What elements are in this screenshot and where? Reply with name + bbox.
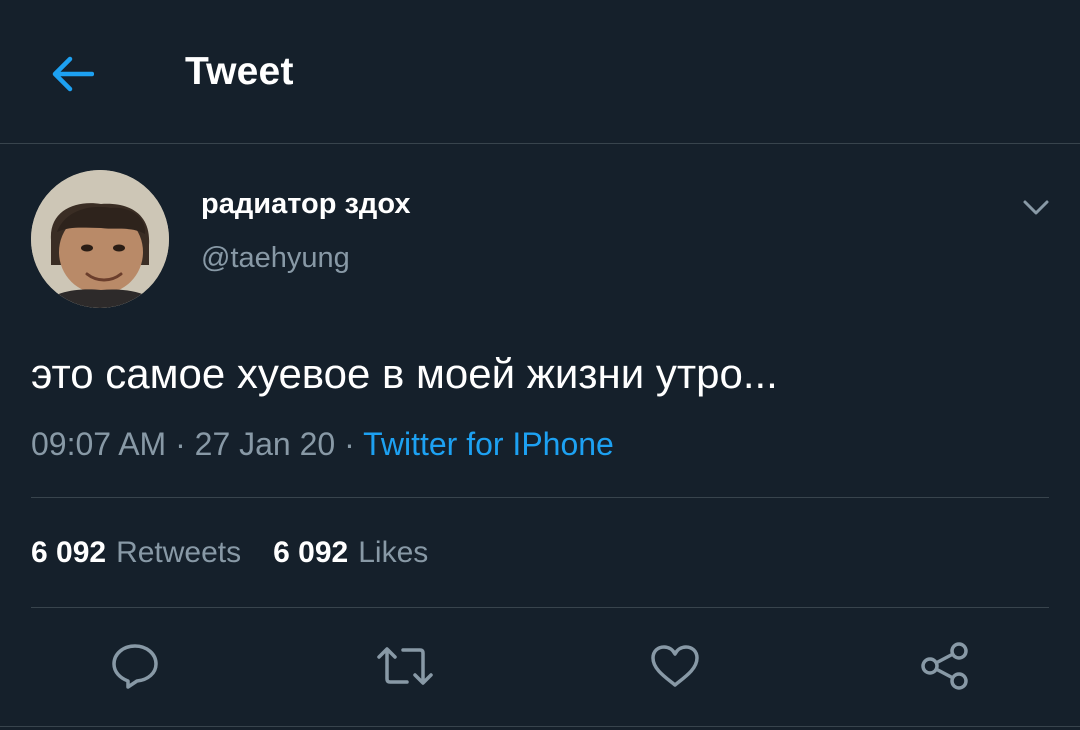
reply-button[interactable] bbox=[105, 636, 165, 696]
like-button[interactable] bbox=[645, 636, 705, 696]
retweets-count: 6 092 bbox=[31, 536, 107, 569]
meta-separator: · bbox=[335, 426, 364, 462]
reply-icon bbox=[112, 644, 158, 689]
divider bbox=[31, 607, 1049, 608]
divider bbox=[0, 726, 1080, 727]
avatar[interactable] bbox=[31, 170, 169, 308]
tweet-source-link[interactable]: Twitter for IPhone bbox=[363, 426, 614, 462]
share-button[interactable] bbox=[915, 636, 975, 696]
tweet-text: это самое хуевое в моей жизни утро... bbox=[31, 350, 778, 397]
avatar-photo bbox=[31, 170, 169, 308]
retweets-label: Retweets bbox=[116, 536, 242, 569]
likes-count: 6 092 bbox=[273, 536, 349, 569]
share-icon bbox=[921, 642, 968, 690]
divider bbox=[31, 497, 1049, 498]
more-options-button[interactable] bbox=[1012, 188, 1060, 228]
page-title: Tweet bbox=[185, 50, 294, 93]
tweet-meta: 09:07 AM · 27 Jan 20 · Twitter for IPhon… bbox=[31, 426, 614, 463]
retweet-button[interactable] bbox=[375, 636, 435, 696]
author-display-name[interactable]: радиатор здох bbox=[201, 188, 410, 221]
top-bar: Tweet bbox=[0, 0, 1080, 144]
back-button[interactable] bbox=[44, 46, 100, 102]
tweet-stats: 6 092 Retweets 6 092 Likes bbox=[31, 536, 428, 570]
like-icon bbox=[651, 645, 699, 687]
author-handle[interactable]: @taehyung bbox=[201, 242, 350, 275]
chevron-down-icon bbox=[1023, 200, 1049, 215]
retweets-stat[interactable]: 6 092 Retweets bbox=[31, 536, 241, 570]
likes-label: Likes bbox=[358, 536, 429, 569]
tweet-time: 09:07 AM bbox=[31, 426, 167, 462]
arrow-left-icon bbox=[52, 56, 94, 92]
meta-separator: · bbox=[166, 426, 195, 462]
likes-stat[interactable]: 6 092 Likes bbox=[273, 536, 428, 570]
tweet-date: 27 Jan 20 bbox=[194, 426, 336, 462]
retweet-icon bbox=[377, 647, 433, 685]
